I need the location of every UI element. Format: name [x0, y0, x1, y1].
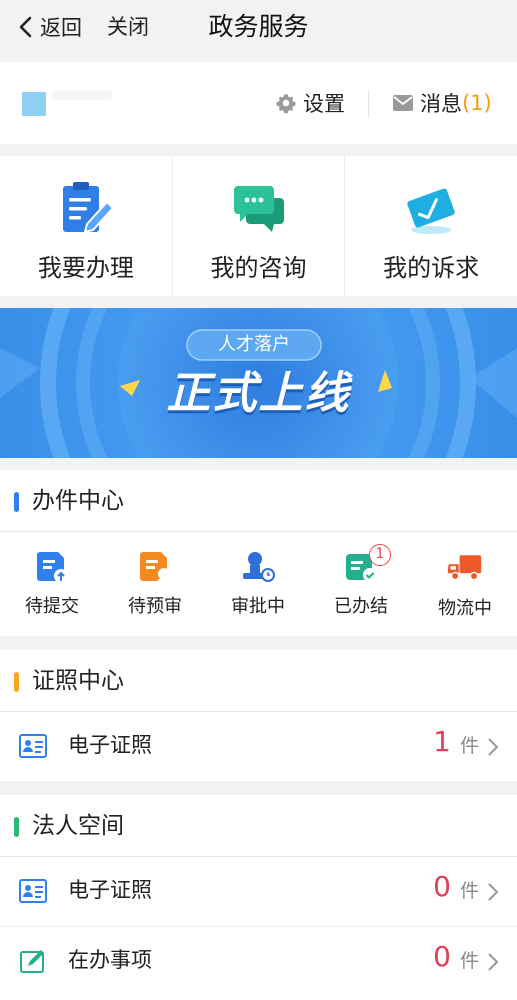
quick-actions: 我要办理 我的咨询 我的诉求	[0, 156, 517, 296]
row-count: 0	[433, 940, 451, 973]
row-label: 电子证照	[68, 733, 152, 757]
status-label: 待预审	[128, 596, 182, 617]
quick-action-label: 我的咨询	[210, 254, 307, 282]
gear-icon	[276, 94, 296, 114]
status-label: 待提交	[25, 596, 79, 617]
row-unit: 件	[459, 735, 479, 757]
banner-headline: 正式上线	[166, 368, 351, 419]
status-completed[interactable]: 1 已办结	[316, 544, 406, 618]
id-card-icon	[19, 734, 47, 758]
edit-note-icon	[20, 950, 44, 973]
section-bar	[14, 492, 19, 512]
status-pending-review[interactable]: 待预审	[110, 550, 200, 618]
list-item-e-license[interactable]: 电子证照 1 件	[0, 712, 517, 781]
status-badge: 1	[369, 544, 391, 566]
divider	[368, 90, 369, 118]
page-title: 政务服务	[208, 12, 309, 41]
submit-doc-icon	[37, 552, 68, 583]
quick-action-label: 我的诉求	[383, 254, 480, 282]
chevron-right-icon	[488, 883, 499, 901]
user-name-placeholder	[52, 90, 112, 100]
quick-action-apply[interactable]: 我要办理	[0, 156, 173, 296]
messages-button[interactable]: 消息 (1)	[392, 88, 492, 118]
status-pending-submit[interactable]: 待提交	[7, 550, 97, 618]
section-bar	[14, 817, 19, 837]
quick-action-appeal[interactable]: 我的诉求	[345, 156, 517, 296]
status-row: 待提交 待预审 审批中 1 已办结 物流中	[0, 532, 517, 634]
row-count: 1	[433, 725, 451, 758]
row-unit: 件	[459, 950, 479, 972]
messages-label: 消息	[420, 92, 462, 116]
promo-banner[interactable]: 人才落户 正式上线	[0, 308, 517, 458]
status-approving[interactable]: 审批中	[213, 550, 303, 618]
section-header: 证照中心	[0, 650, 517, 712]
row-count: 0	[433, 870, 451, 903]
approval-stamp-icon	[243, 552, 275, 582]
section-title: 办件中心	[32, 488, 124, 514]
section-header: 法人空间	[0, 795, 517, 857]
clipboard-edit-icon	[62, 182, 115, 234]
mail-icon	[393, 95, 413, 111]
handling-center: 办件中心 待提交 待预审 审批中 1 已办结 物流中	[0, 470, 517, 636]
row-unit: 件	[459, 880, 479, 902]
row-label: 在办事项	[68, 948, 152, 972]
status-label: 物流中	[438, 598, 492, 619]
chevron-right-icon	[488, 738, 499, 756]
quick-action-label: 我要办理	[37, 254, 134, 282]
row-label: 电子证照	[68, 878, 152, 902]
quick-action-consult[interactable]: 我的咨询	[173, 156, 346, 296]
list-item-e-license[interactable]: 电子证照 0 件	[0, 857, 517, 926]
status-in-logistics[interactable]: 物流中	[420, 550, 510, 620]
envelope-check-icon	[407, 188, 455, 234]
id-card-icon	[19, 879, 47, 903]
truck-icon	[447, 555, 482, 581]
nav-bar: 返回 关闭 政务服务	[0, 0, 517, 58]
legal-space: 法人空间 电子证照 0 件 在办事项 0 件	[0, 795, 517, 1000]
avatar[interactable]	[22, 92, 46, 116]
license-center: 证照中心 电子证照 1 件	[0, 650, 517, 781]
status-label: 已办结	[334, 596, 388, 617]
section-title: 证照中心	[32, 668, 124, 694]
section-header: 办件中心	[0, 470, 517, 532]
messages-count: (1)	[462, 91, 492, 115]
section-title: 法人空间	[32, 813, 124, 839]
settings-label: 设置	[303, 92, 345, 116]
chevron-right-icon	[488, 953, 499, 971]
status-label: 审批中	[231, 596, 285, 617]
chat-bubbles-icon	[233, 186, 284, 232]
section-bar	[14, 672, 19, 692]
user-bar: 设置 消息 (1)	[0, 62, 517, 144]
settings-button[interactable]: 设置	[275, 88, 345, 118]
list-item-in-progress[interactable]: 在办事项 0 件	[0, 926, 517, 995]
review-doc-icon	[140, 552, 170, 582]
banner-tag: 人才落户	[218, 334, 290, 355]
